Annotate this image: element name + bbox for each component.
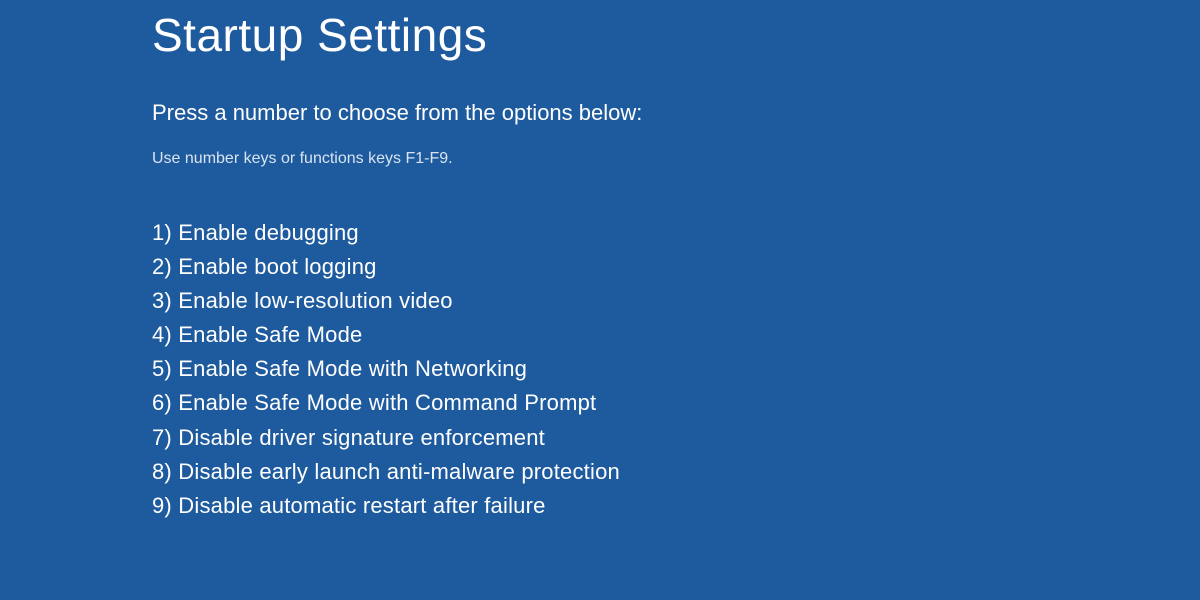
option-enable-safe-mode-networking[interactable]: 5) Enable Safe Mode with Networking <box>152 352 1200 386</box>
option-disable-driver-signature-enforcement[interactable]: 7) Disable driver signature enforcement <box>152 421 1200 455</box>
option-enable-safe-mode[interactable]: 4) Enable Safe Mode <box>152 318 1200 352</box>
option-enable-low-resolution-video[interactable]: 3) Enable low-resolution video <box>152 284 1200 318</box>
hint-text: Use number keys or functions keys F1-F9. <box>152 150 1200 168</box>
option-disable-early-launch-anti-malware[interactable]: 8) Disable early launch anti-malware pro… <box>152 455 1200 489</box>
page-title: Startup Settings <box>152 8 1200 62</box>
option-disable-automatic-restart[interactable]: 9) Disable automatic restart after failu… <box>152 489 1200 523</box>
option-enable-debugging[interactable]: 1) Enable debugging <box>152 216 1200 250</box>
option-enable-safe-mode-command-prompt[interactable]: 6) Enable Safe Mode with Command Prompt <box>152 386 1200 420</box>
instruction-text: Press a number to choose from the option… <box>152 100 1200 126</box>
startup-options-list: 1) Enable debugging 2) Enable boot loggi… <box>152 216 1200 523</box>
option-enable-boot-logging[interactable]: 2) Enable boot logging <box>152 250 1200 284</box>
